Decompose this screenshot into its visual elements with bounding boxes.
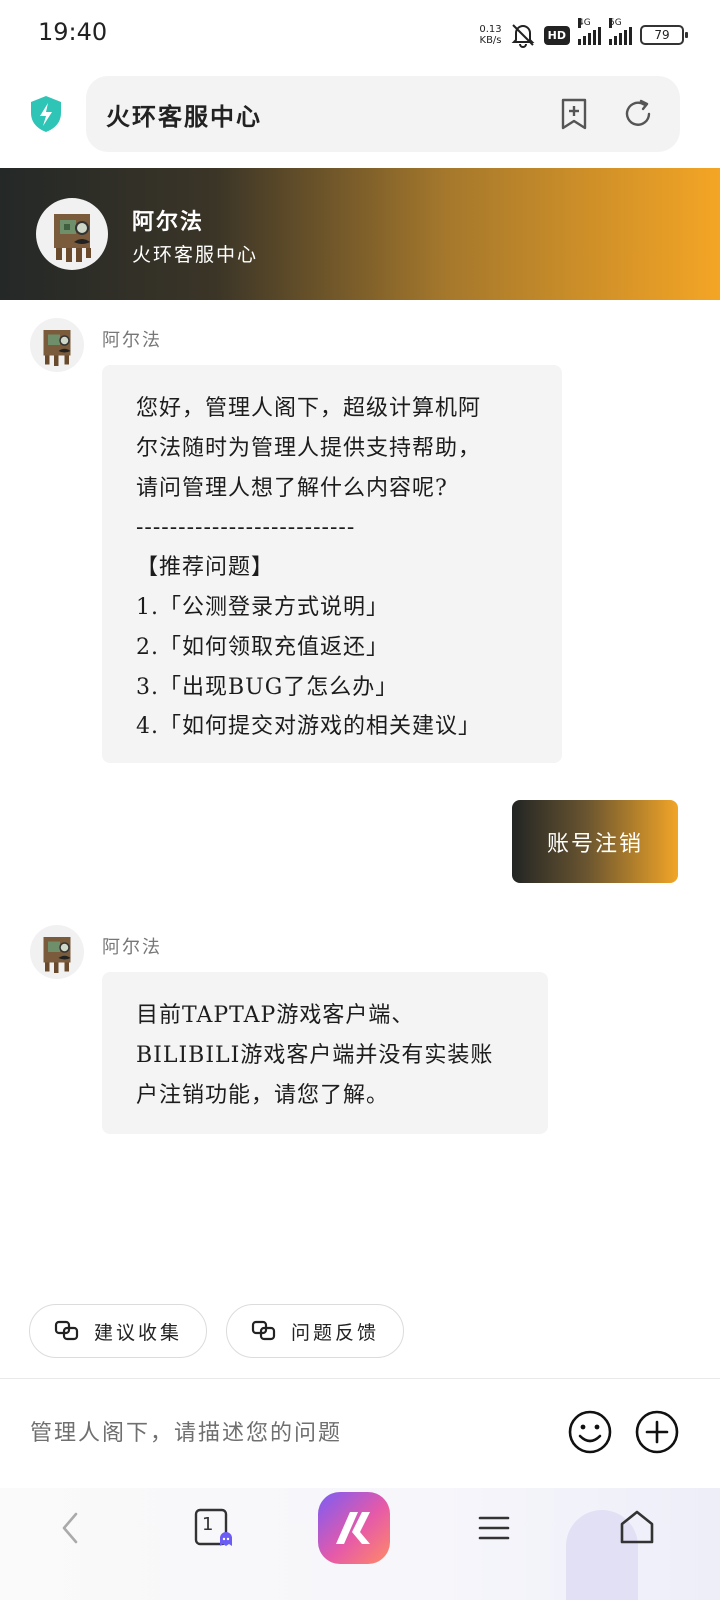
avatar (30, 318, 84, 372)
robot-avatar-icon (43, 330, 71, 366)
tabs-icon (194, 1508, 232, 1546)
sender-name: 阿尔法 (102, 330, 162, 351)
emoji-icon[interactable] (567, 1409, 613, 1455)
message-line: BILIBILI游戏客户端并没有实装账 (136, 1042, 494, 1068)
link-icon (54, 1320, 79, 1341)
status-time: 19:40 (38, 18, 108, 46)
home-icon[interactable] (618, 1508, 656, 1546)
browser-logo-icon[interactable] (318, 1492, 390, 1564)
network-speed-value: 0.13 (479, 24, 502, 35)
tab-count: 1 (202, 1514, 214, 1535)
chip-label: 建议收集 (94, 1321, 183, 1344)
recommended-question-link[interactable]: 3.「出现BUG了怎么办」 (136, 668, 536, 708)
issue-feedback-chip[interactable]: 问题反馈 (226, 1304, 404, 1358)
message-line: 尔法随时为管理人提供支持帮助， (136, 435, 482, 461)
network-speed: 0.13 KB/s (479, 24, 501, 46)
sim1-label: 4G (578, 18, 591, 28)
robot-avatar-icon (43, 937, 71, 973)
back-icon[interactable] (56, 1510, 84, 1546)
battery-level: 79 (654, 28, 670, 42)
bookmark-add-icon[interactable] (558, 97, 590, 131)
refresh-icon[interactable] (622, 97, 654, 131)
recommended-question-link[interactable]: 2.「如何领取充值返还」 (136, 628, 536, 668)
recommended-heading: 【推荐问题】 (136, 555, 275, 581)
message-line: 您好，管理人阁下，超级计算机阿 (136, 396, 482, 421)
message-divider: -------------------------- (136, 515, 356, 541)
avatar (30, 925, 84, 979)
address-bar[interactable]: 火环客服中心 (86, 76, 680, 152)
status-icons: 0.13 KB/s HD 4G 5G 79 (479, 18, 688, 50)
shield-icon[interactable] (28, 94, 64, 134)
menu-icon[interactable] (476, 1510, 512, 1546)
browser-bottom-nav: 1 (0, 1488, 720, 1600)
user-message-text: 账号注销 (546, 831, 643, 857)
suggestion-collect-chip[interactable]: 建议收集 (29, 1304, 207, 1358)
message-input[interactable] (30, 1415, 510, 1451)
agent-subtitle: 火环客服中心 (132, 244, 259, 266)
agent-message-bubble: 您好，管理人阁下，超级计算机阿 尔法随时为管理人提供支持帮助， 请问管理人想了解… (102, 365, 562, 763)
add-attachment-icon[interactable] (634, 1409, 680, 1455)
bell-muted-icon (511, 24, 535, 48)
sim2-label: 5G (609, 18, 622, 28)
agent-avatar (36, 198, 108, 270)
recommended-question-link[interactable]: 4.「如何提交对游戏的相关建议」 (136, 707, 536, 747)
agent-header-banner: 阿尔法 火环客服中心 (0, 168, 720, 300)
recommended-question-link[interactable]: 1.「公测登录方式说明」 (136, 588, 536, 628)
signal-4g-icon: 4G (578, 18, 601, 45)
agent-message-bubble: 目前TAPTAP游戏客户端、 BILIBILI游戏客户端并没有实装账 户注销功能… (102, 972, 548, 1134)
chip-label: 问题反馈 (291, 1321, 380, 1344)
message-line: 户注销功能，请您了解。 (136, 1082, 390, 1108)
tabs-button[interactable]: 1 (194, 1508, 236, 1550)
network-speed-unit: KB/s (479, 35, 502, 46)
sender-name: 阿尔法 (102, 937, 162, 958)
status-bar: 19:40 0.13 KB/s HD 4G 5G 79 (0, 0, 720, 68)
agent-name: 阿尔法 (132, 209, 205, 235)
user-message-bubble: 账号注销 (512, 800, 678, 883)
page-title: 火环客服中心 (106, 102, 262, 131)
battery-icon: 79 (640, 25, 688, 45)
message-line: 请问管理人想了解什么内容呢? (136, 475, 448, 501)
hd-voice-badge: HD (543, 25, 570, 45)
signal-5g-icon: 5G (609, 18, 632, 45)
message-line: 目前TAPTAP游戏客户端、 (136, 1003, 415, 1028)
link-icon (251, 1320, 276, 1341)
robot-avatar-icon (54, 214, 91, 262)
